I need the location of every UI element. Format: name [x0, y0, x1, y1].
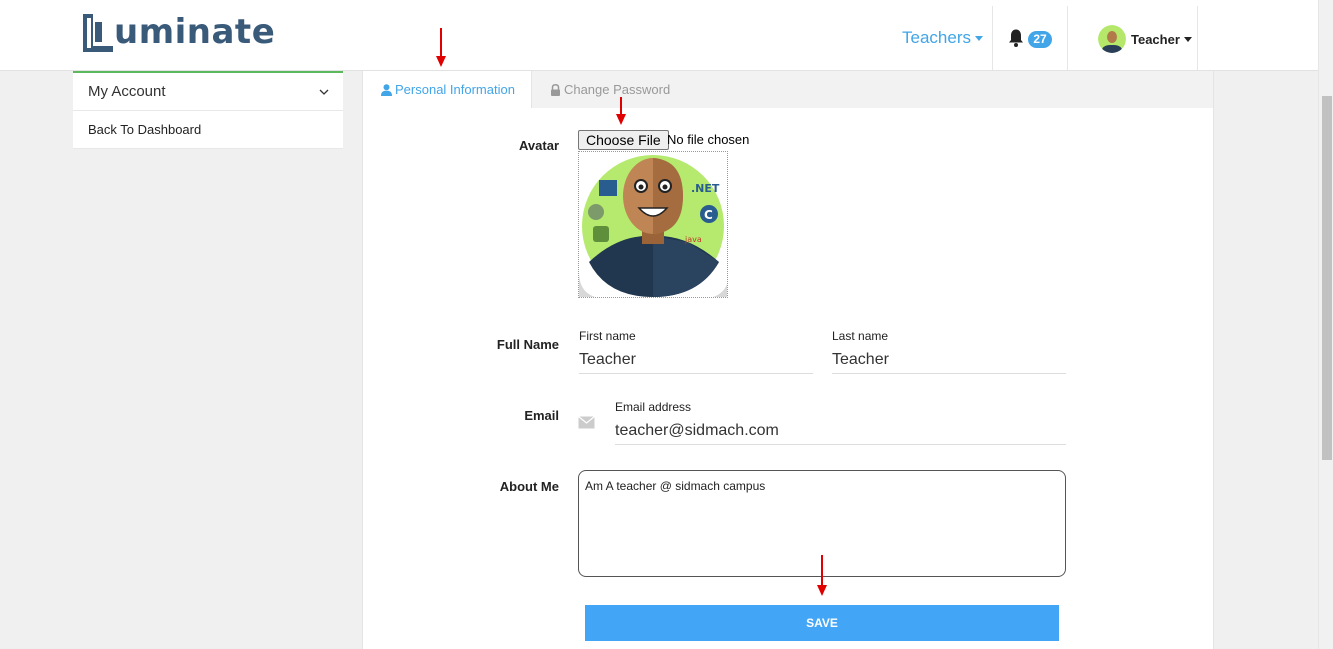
annotation-arrow-icon [436, 28, 446, 67]
full-name-label: Full Name [496, 337, 559, 352]
svg-text:.NET: .NET [691, 182, 720, 195]
user-name: Teacher [1131, 31, 1180, 47]
svg-text:java: java [684, 235, 702, 244]
tab-change-password[interactable]: Change Password [532, 71, 686, 108]
nav-divider [1197, 6, 1198, 70]
tab-label: Personal Information [395, 82, 515, 97]
first-name-field-label: First name [579, 329, 636, 343]
tab-personal-information[interactable]: Personal Information [363, 71, 532, 108]
nav-divider [1067, 6, 1068, 70]
teachers-dropdown[interactable]: Teachers [902, 28, 983, 48]
envelope-icon [578, 416, 595, 429]
email-label: Email [524, 408, 559, 423]
notification-count-badge[interactable]: 27 [1028, 31, 1052, 48]
sidebar-item-my-account[interactable]: My Account [73, 73, 343, 111]
sidebar-item-label: My Account [88, 83, 166, 100]
user-icon [381, 83, 392, 96]
teachers-dropdown-label: Teachers [902, 28, 971, 47]
tab-label: Change Password [563, 82, 671, 97]
logo-mark-icon [83, 14, 113, 52]
chevron-down-icon [319, 89, 329, 95]
caret-down-icon [1183, 36, 1192, 42]
email-field-label: Email address [615, 400, 692, 414]
email-field[interactable]: teacher@sidmach.com [615, 421, 1066, 445]
about-me-label: About Me [499, 479, 559, 494]
svg-text:C: C [704, 208, 713, 222]
last-name-field-label: Last name [832, 329, 889, 343]
sidebar: My Account Back To Dashboard [73, 71, 343, 149]
avatar [1098, 25, 1126, 53]
logo-text: uminate [114, 12, 276, 52]
choose-file-button[interactable]: Choose File [578, 130, 669, 150]
profile-panel: Personal Information Change Password Ava… [362, 71, 1214, 649]
sidebar-item-label: Back To Dashboard [88, 122, 202, 137]
page-scrollbar[interactable] [1318, 0, 1333, 649]
nav-divider [992, 6, 993, 70]
caret-down-icon [974, 36, 983, 42]
user-menu[interactable]: Teacher [1098, 25, 1192, 53]
app-logo[interactable]: uminate [80, 8, 275, 52]
last-name-field[interactable]: Teacher [832, 350, 1066, 374]
tab-bar: Personal Information Change Password [363, 71, 1213, 108]
annotation-arrow-icon [817, 555, 827, 596]
scrollbar-thumb[interactable] [1322, 96, 1332, 460]
save-button[interactable]: SAVE [585, 605, 1059, 641]
file-status-text: No file chosen [667, 132, 750, 147]
lock-icon [550, 83, 560, 96]
first-name-field[interactable]: Teacher [579, 350, 813, 374]
annotation-arrow-icon [616, 97, 626, 125]
top-navbar: uminate Teachers 27 Teacher [0, 0, 1318, 71]
sidebar-item-back-to-dashboard[interactable]: Back To Dashboard [73, 111, 343, 149]
avatar-label: Avatar [519, 138, 559, 153]
bell-icon[interactable] [1006, 28, 1026, 48]
avatar-preview: .NET C java [578, 151, 728, 298]
